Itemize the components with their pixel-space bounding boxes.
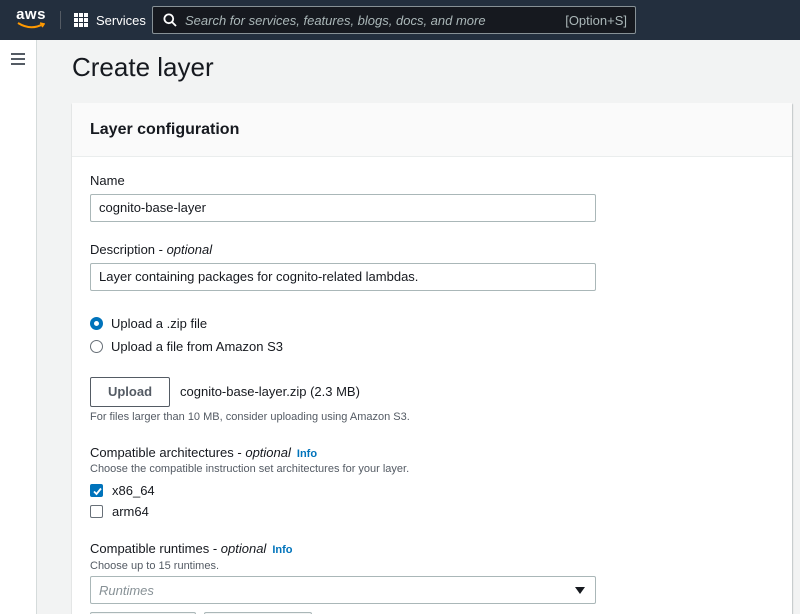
caret-down-icon (575, 587, 585, 594)
global-search[interactable]: Search for services, features, blogs, do… (152, 6, 636, 34)
search-input[interactable]: Search for services, features, blogs, do… (185, 13, 486, 28)
panel-title: Layer configuration (90, 120, 240, 138)
top-navigation: aws Services Search for services, featur… (0, 0, 800, 40)
description-input[interactable]: Layer containing packages for cognito-re… (90, 263, 596, 291)
description-optional: optional (166, 242, 213, 257)
checkbox-arm64[interactable]: arm64 (90, 504, 149, 519)
aws-smile-icon (17, 22, 45, 29)
description-label: Description - optional (90, 242, 213, 257)
search-icon (163, 13, 177, 27)
aws-logo-text: aws (16, 6, 46, 23)
architectures-optional: optional (245, 445, 291, 460)
architectures-info-link[interactable]: Info (297, 448, 317, 460)
runtimes-placeholder: Runtimes (99, 583, 154, 598)
layer-configuration-panel: Layer configuration Name cognito-base-la… (72, 103, 792, 614)
runtimes-optional: optional (220, 541, 267, 556)
checkbox-arm64-label: arm64 (112, 504, 149, 519)
runtimes-info-link[interactable]: Info (272, 544, 292, 556)
checkbox-checked-icon[interactable] (90, 484, 103, 497)
services-label: Services (96, 12, 146, 28)
name-input[interactable]: cognito-base-layer (90, 194, 596, 222)
hamburger-menu-icon[interactable] (11, 53, 25, 65)
panel-header: Layer configuration (72, 103, 792, 157)
nav-divider (60, 11, 61, 29)
uploaded-file-name: cognito-base-layer.zip (2.3 MB) (180, 384, 360, 399)
radio-upload-s3-label: Upload a file from Amazon S3 (111, 339, 283, 354)
search-shortcut: [Option+S] (565, 13, 627, 28)
name-label: Name (90, 173, 125, 188)
upload-button[interactable]: Upload (90, 377, 170, 407)
checkmark-icon (93, 487, 102, 496)
services-menu-button[interactable]: Services (74, 10, 146, 30)
architectures-hint: Choose the compatible instruction set ar… (90, 463, 410, 475)
aws-logo[interactable]: aws (14, 7, 48, 33)
page-title: Create layer (72, 52, 214, 82)
radio-upload-zip-label: Upload a .zip file (111, 316, 208, 331)
radio-upload-zip[interactable]: Upload a .zip file (90, 316, 207, 331)
runtimes-hint: Choose up to 15 runtimes. (90, 560, 220, 572)
upload-hint: For files larger than 10 MB, consider up… (90, 411, 410, 423)
radio-unchecked-icon[interactable] (90, 340, 103, 353)
grid-icon (74, 13, 88, 27)
checkbox-x86-64-label: x86_64 (112, 483, 155, 498)
radio-checked-icon[interactable] (90, 317, 103, 330)
runtimes-label: Compatible runtimes - optional Info (90, 541, 293, 556)
architectures-label: Compatible architectures - optional Info (90, 445, 318, 460)
runtimes-select[interactable]: Runtimes (90, 576, 596, 604)
radio-upload-s3[interactable]: Upload a file from Amazon S3 (90, 339, 283, 354)
checkbox-x86-64[interactable]: x86_64 (90, 483, 155, 498)
checkbox-unchecked-icon[interactable] (90, 505, 103, 518)
side-navigation-rail (0, 40, 37, 614)
